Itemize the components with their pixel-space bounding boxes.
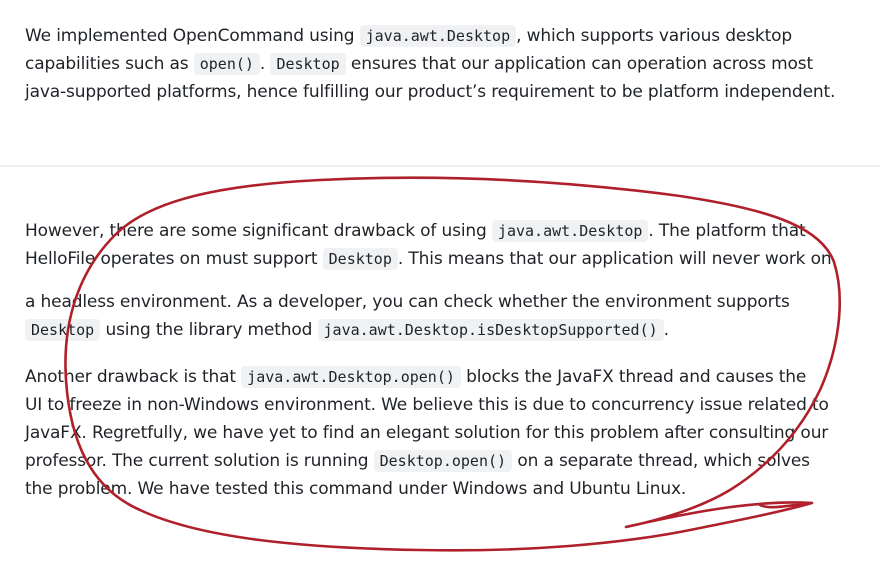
text-span: , which supports various desktop xyxy=(516,26,793,46)
text-line: the problem. We have tested this command… xyxy=(25,475,845,503)
text-span: ensures that our application can operati… xyxy=(345,54,814,74)
text-span: . This means that our application will n… xyxy=(397,249,832,269)
text-span: . xyxy=(663,320,669,340)
inline-code: java.awt.Desktop.isDesktopSupported() xyxy=(317,319,664,341)
inline-code: java.awt.Desktop.open() xyxy=(241,366,461,388)
text-span: capabilities such as xyxy=(25,54,194,74)
text-line: UI to freeze in non-Windows environment.… xyxy=(25,391,845,419)
inline-code: Desktop xyxy=(322,248,398,270)
drawback-paragraph: However, there are some significant draw… xyxy=(25,217,845,273)
text-span: blocks the JavaFX thread and causes the xyxy=(460,367,807,387)
inline-code: java.awt.Desktop xyxy=(359,25,517,47)
text-line: However, there are some significant draw… xyxy=(25,217,845,245)
headless-paragraph: a headless environment. As a developer, … xyxy=(25,288,845,344)
section-divider xyxy=(0,165,880,167)
inline-code: Desktop.open() xyxy=(373,450,513,472)
text-line: We implemented OpenCommand using java.aw… xyxy=(25,22,845,50)
text-line: professor. The current solution is runni… xyxy=(25,447,845,475)
text-span: on a separate thread, which solves xyxy=(512,451,810,471)
text-span: HelloFile operates on must support xyxy=(25,249,323,269)
text-span: using the library method xyxy=(100,320,318,340)
inline-code: java.awt.Desktop xyxy=(491,220,649,242)
text-line: a headless environment. As a developer, … xyxy=(25,288,845,316)
text-span: a headless environment. As a developer, … xyxy=(25,292,790,312)
text-span: We implemented OpenCommand using xyxy=(25,26,360,46)
text-span: . The platform that xyxy=(648,221,806,241)
inline-code: Desktop xyxy=(25,319,101,341)
text-span: the problem. We have tested this command… xyxy=(25,479,687,499)
text-span: However, there are some significant draw… xyxy=(25,221,492,241)
text-line: capabilities such as open(). Desktop ens… xyxy=(25,50,845,78)
text-span: professor. The current solution is runni… xyxy=(25,451,374,471)
text-span: UI to freeze in non-Windows environment.… xyxy=(25,395,829,415)
text-span: Another drawback is that xyxy=(25,367,242,387)
inline-code: Desktop xyxy=(270,53,346,75)
text-line: HelloFile operates on must support Deskt… xyxy=(25,245,845,273)
text-line: Another drawback is that java.awt.Deskto… xyxy=(25,363,845,391)
text-span: JavaFX. Regretfully, we have yet to find… xyxy=(25,423,829,443)
text-line: Desktop using the library method java.aw… xyxy=(25,316,845,344)
text-span: . xyxy=(259,54,271,74)
inline-code: open() xyxy=(193,53,260,75)
text-line: JavaFX. Regretfully, we have yet to find… xyxy=(25,419,845,447)
intro-paragraph: We implemented OpenCommand using java.aw… xyxy=(25,22,845,106)
text-line: java-supported platforms, hence fulfilli… xyxy=(25,78,845,106)
text-span: java-supported platforms, hence fulfilli… xyxy=(25,82,836,102)
document-page: We implemented OpenCommand using java.aw… xyxy=(0,0,880,566)
thread-paragraph: Another drawback is that java.awt.Deskto… xyxy=(25,363,845,503)
